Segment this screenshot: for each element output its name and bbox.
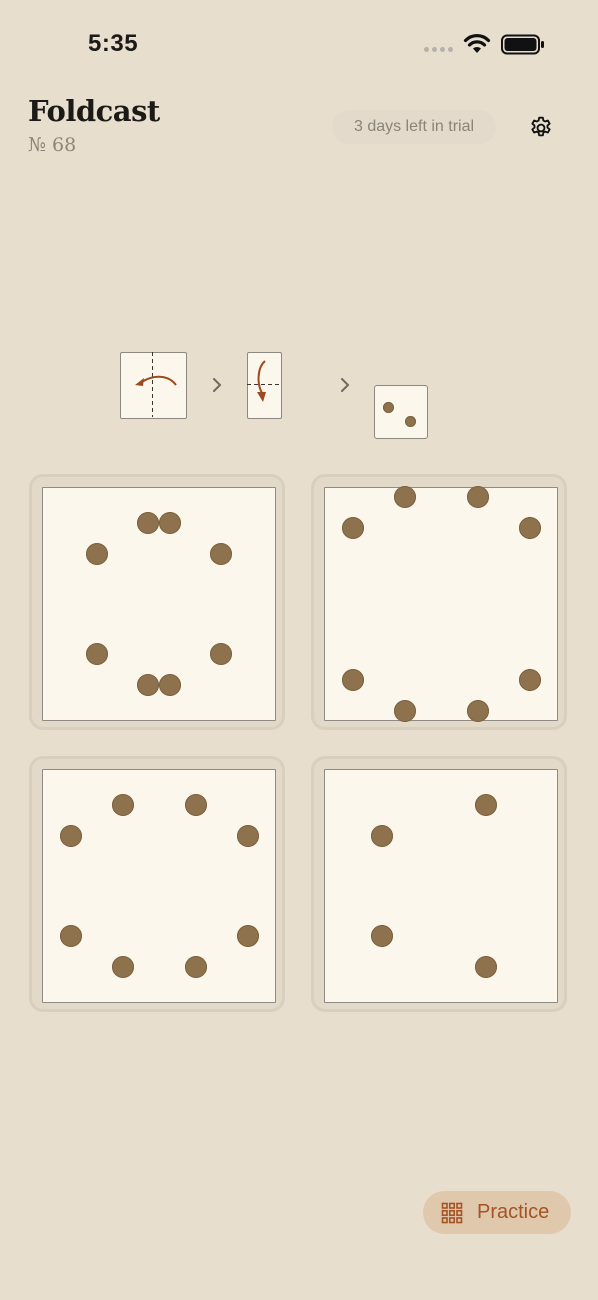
unfolded-paper xyxy=(42,487,276,721)
hole xyxy=(467,700,489,722)
hole xyxy=(237,925,259,947)
chevron-right-icon xyxy=(213,378,222,392)
hole xyxy=(60,825,82,847)
hole xyxy=(137,674,159,696)
answer-option-c[interactable] xyxy=(29,756,285,1012)
hole xyxy=(210,643,232,665)
status-time: 5:35 xyxy=(88,30,139,57)
answer-option-d[interactable] xyxy=(311,756,567,1012)
hole xyxy=(60,925,82,947)
hole xyxy=(519,517,541,539)
hole xyxy=(475,794,497,816)
settings-button[interactable] xyxy=(524,111,558,145)
hole xyxy=(519,669,541,691)
hole xyxy=(185,956,207,978)
battery-icon xyxy=(501,34,544,55)
fold-result xyxy=(374,385,428,439)
hole xyxy=(210,543,232,565)
hole xyxy=(185,794,207,816)
answer-option-a[interactable] xyxy=(29,474,285,730)
hole xyxy=(86,643,108,665)
puzzle-number: № 68 xyxy=(28,134,77,156)
fold-arrow-icon xyxy=(134,351,177,417)
practice-label: Practice xyxy=(477,1201,550,1223)
unfolded-paper xyxy=(324,769,558,1003)
hole xyxy=(467,486,489,508)
fold-arrow-icon xyxy=(246,359,280,402)
hole xyxy=(159,674,181,696)
unfolded-paper xyxy=(42,769,276,1003)
practice-button[interactable]: Practice xyxy=(423,1191,571,1234)
hole xyxy=(394,700,416,722)
answer-option-b[interactable] xyxy=(311,474,567,730)
chevron-right-icon xyxy=(341,378,350,392)
hole xyxy=(371,825,393,847)
punched-hole xyxy=(382,401,394,413)
punched-hole xyxy=(404,415,416,427)
app-title: Foldcast xyxy=(28,94,160,128)
cellular-signal-icon xyxy=(424,47,456,53)
hole xyxy=(342,517,364,539)
unfolded-paper xyxy=(324,486,558,722)
fold-step-2 xyxy=(246,352,282,419)
hole xyxy=(137,512,159,534)
grid-icon xyxy=(441,1202,463,1223)
gear-icon xyxy=(531,116,551,137)
hole xyxy=(112,956,134,978)
hole xyxy=(86,543,108,565)
fold-step-1 xyxy=(120,351,187,419)
wifi-icon xyxy=(463,34,491,53)
hole xyxy=(394,486,416,508)
hole xyxy=(112,794,134,816)
hole xyxy=(342,669,364,691)
hole xyxy=(371,925,393,947)
trial-badge[interactable]: 3 days left in trial xyxy=(332,110,496,144)
hole xyxy=(237,825,259,847)
hole xyxy=(475,956,497,978)
hole xyxy=(159,512,181,534)
